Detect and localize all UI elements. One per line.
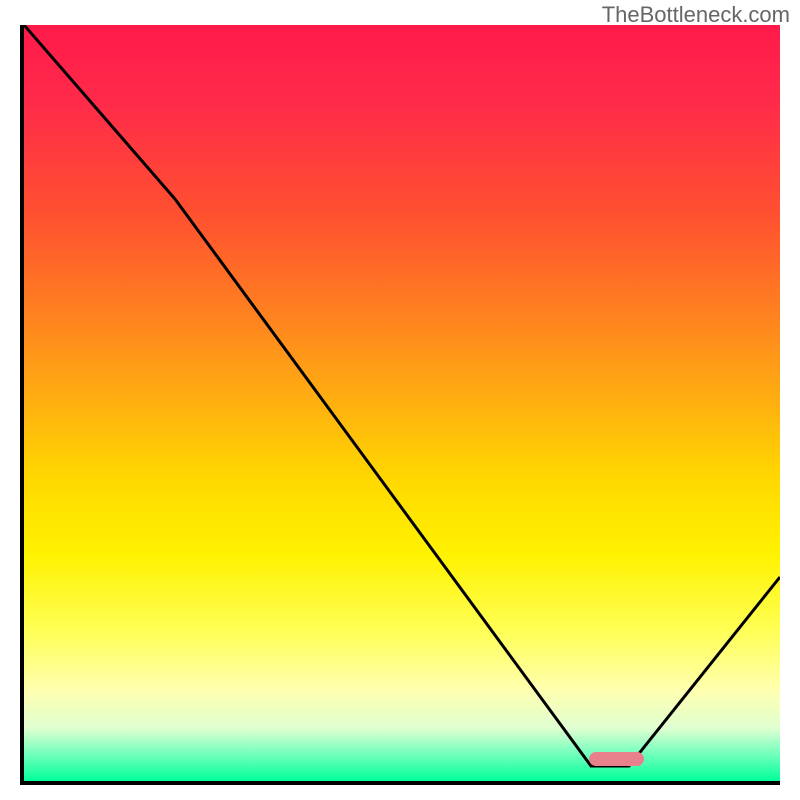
watermark-text: TheBottleneck.com	[602, 2, 790, 28]
curve-svg	[24, 25, 780, 781]
chart-container: TheBottleneck.com	[0, 0, 800, 800]
optimal-marker	[589, 752, 644, 766]
bottleneck-curve-line	[24, 25, 780, 766]
plot-area	[20, 25, 780, 785]
